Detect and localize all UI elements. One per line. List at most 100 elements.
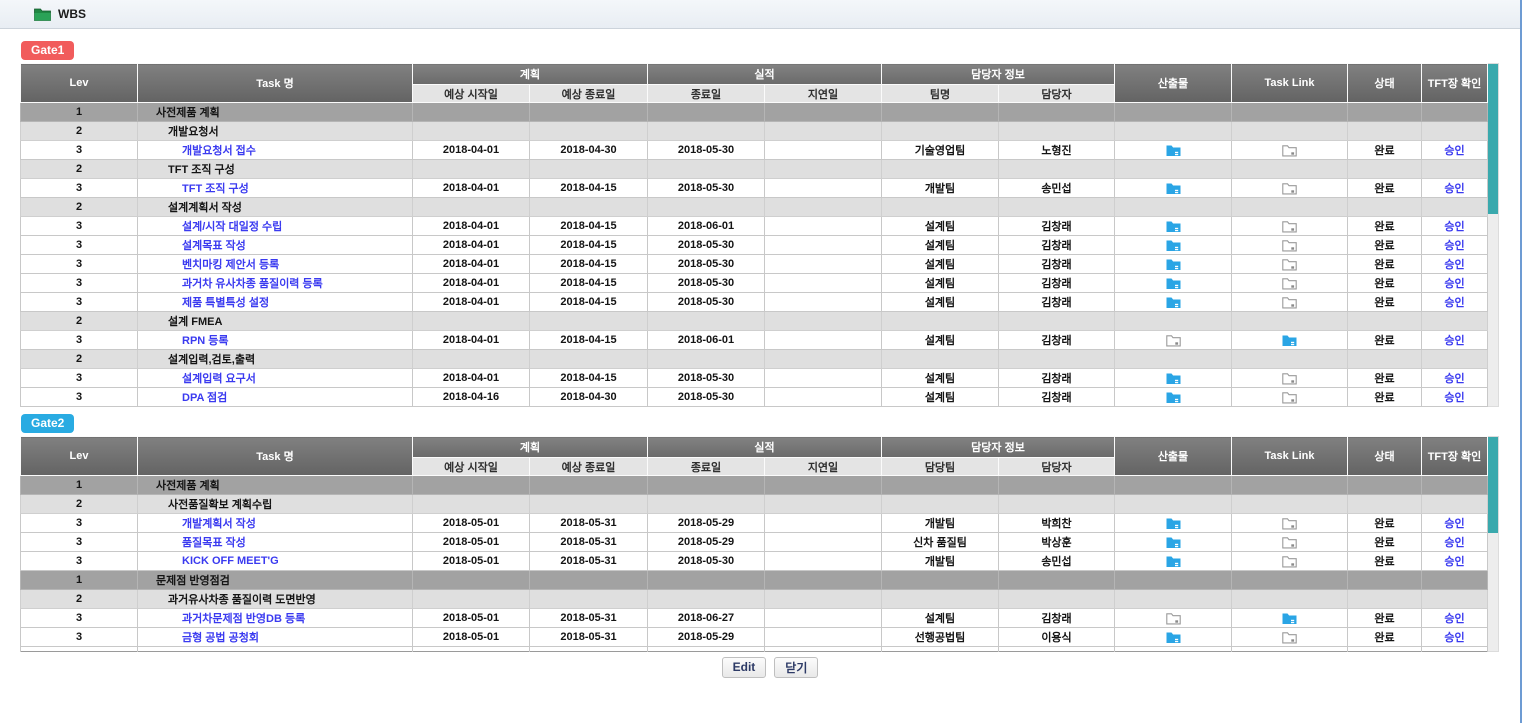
approve-link[interactable]: 승인 [1444, 335, 1464, 347]
folder-blue-icon[interactable] [1166, 296, 1181, 309]
actual-end-cell: 2018-05-29 [648, 628, 765, 647]
folder-blue-icon[interactable] [1166, 182, 1181, 195]
task-link-cell [1232, 514, 1348, 533]
folder-gray-icon[interactable] [1282, 372, 1297, 385]
approve-link[interactable]: 승인 [1444, 221, 1464, 233]
task-link-cell [1232, 122, 1348, 141]
task-name-link[interactable]: 과거차문제점 반영DB 등록 [182, 613, 305, 625]
approve-link[interactable]: 승인 [1444, 632, 1464, 644]
approve-link[interactable]: 승인 [1444, 297, 1464, 309]
approve-link[interactable]: 승인 [1444, 518, 1464, 530]
folder-gray-icon[interactable] [1282, 220, 1297, 233]
folder-gray-icon[interactable] [1282, 555, 1297, 568]
tft-cell: 승인 [1422, 179, 1488, 198]
delay-cell [765, 217, 882, 236]
task-name-link[interactable]: 설계입력 요구서 [182, 373, 256, 385]
task-name-link[interactable]: DPA 점검 [182, 392, 227, 404]
task-name-link[interactable]: 설계/시작 대일정 수립 [182, 221, 282, 233]
task-name-link[interactable]: 설계목표 작성 [182, 240, 246, 252]
folder-blue-icon[interactable] [1166, 239, 1181, 252]
col-group-plan: 계획 [413, 64, 648, 85]
folder-gray-icon[interactable] [1282, 536, 1297, 549]
approve-link[interactable]: 승인 [1444, 240, 1464, 252]
task-name-link[interactable]: RPN 등록 [182, 335, 229, 347]
table-row: 3RPN 등록2018-04-012018-04-152018-06-01설계팀… [21, 331, 1488, 350]
plan-start-cell [413, 122, 530, 141]
approve-link[interactable]: 승인 [1444, 183, 1464, 195]
gate1-scrollbar-thumb[interactable] [1488, 64, 1498, 214]
folder-gray-icon[interactable] [1166, 334, 1181, 347]
close-button[interactable]: 닫기 [774, 657, 818, 678]
folder-blue-icon[interactable] [1166, 391, 1181, 404]
task-name-link[interactable]: 품질목표 작성 [182, 537, 246, 549]
folder-blue-icon[interactable] [1166, 144, 1181, 157]
task-name-link[interactable]: 개발요청서 접수 [182, 145, 256, 157]
task-group-label: 개발요청서 [168, 126, 219, 138]
approve-link[interactable]: 승인 [1444, 373, 1464, 385]
task-name-link[interactable]: 과거차 유사차종 품질이력 등록 [182, 278, 323, 290]
approve-link[interactable]: 승인 [1444, 145, 1464, 157]
tft-cell: 승인 [1422, 369, 1488, 388]
gate2-table-wrap: Lev Task 명 계획 실적 담당자 정보 산출물 Task Link 상태… [20, 436, 1499, 652]
status-cell [1348, 571, 1422, 590]
folder-blue-icon[interactable] [1282, 612, 1297, 625]
task-name-link[interactable]: 벤치마킹 제안서 등록 [182, 259, 279, 271]
folder-gray-icon[interactable] [1282, 631, 1297, 644]
folder-gray-icon[interactable] [1166, 612, 1181, 625]
folder-blue-icon[interactable] [1166, 517, 1181, 530]
approve-link[interactable]: 승인 [1444, 392, 1464, 404]
folder-blue-icon[interactable] [1166, 277, 1181, 290]
approve-link[interactable]: 승인 [1444, 537, 1464, 549]
task-name-link[interactable]: TFT 조직 구성 [182, 183, 249, 195]
approve-link[interactable]: 승인 [1444, 613, 1464, 625]
clipped-cell [138, 647, 413, 652]
approve-link[interactable]: 승인 [1444, 278, 1464, 290]
tft-cell [1422, 350, 1488, 369]
folder-gray-icon[interactable] [1282, 144, 1297, 157]
folder-blue-icon[interactable] [1166, 631, 1181, 644]
plan-end-cell [530, 476, 648, 495]
folder-blue-icon[interactable] [1166, 555, 1181, 568]
approve-link[interactable]: 승인 [1444, 556, 1464, 568]
lev-cell: 2 [21, 122, 138, 141]
gate2-scrollbar[interactable] [1488, 436, 1499, 652]
task-name-link[interactable]: KICK OFF MEET'G [182, 555, 279, 567]
edit-button[interactable]: Edit [722, 657, 767, 678]
plan-start-cell: 2018-05-01 [413, 628, 530, 647]
folder-blue-icon[interactable] [1282, 334, 1297, 347]
team-cell [882, 590, 999, 609]
folder-gray-icon[interactable] [1282, 277, 1297, 290]
folder-gray-icon[interactable] [1282, 182, 1297, 195]
team-cell: 설계팀 [882, 274, 999, 293]
folder-gray-icon[interactable] [1282, 517, 1297, 530]
owner-cell: 김창래 [999, 609, 1115, 628]
footer-button-bar: Edit 닫기 [20, 657, 1520, 678]
team-cell [882, 122, 999, 141]
folder-gray-icon[interactable] [1282, 391, 1297, 404]
col-header-tft-confirm: TFT장 확인 [1422, 437, 1488, 476]
actual-end-cell: 2018-06-27 [648, 609, 765, 628]
task-group-label: 설계계획서 작성 [168, 202, 242, 214]
deliverable-cell [1115, 160, 1232, 179]
task-link-cell [1232, 628, 1348, 647]
status-cell [1348, 122, 1422, 141]
folder-gray-icon[interactable] [1282, 296, 1297, 309]
gate1-scrollbar[interactable] [1488, 63, 1499, 407]
table-row: 2과거유사차종 품질이력 도면반영 [21, 590, 1488, 609]
plan-end-cell [530, 198, 648, 217]
task-cell: TFT 조직 구성 [138, 179, 413, 198]
folder-blue-icon[interactable] [1166, 372, 1181, 385]
folder-blue-icon[interactable] [1166, 258, 1181, 271]
task-name-link[interactable]: 제품 특별특성 설정 [182, 297, 269, 309]
approve-link[interactable]: 승인 [1444, 259, 1464, 271]
folder-gray-icon[interactable] [1282, 258, 1297, 271]
folder-gray-icon[interactable] [1282, 239, 1297, 252]
gate2-scrollbar-thumb[interactable] [1488, 437, 1498, 533]
task-name-link[interactable]: 개발계획서 작성 [182, 518, 256, 530]
task-name-link[interactable]: 금형 공법 공청회 [182, 632, 259, 644]
table-row: 2설계 FMEA [21, 312, 1488, 331]
task-group-label: 설계 FMEA [168, 316, 222, 328]
deliverable-cell [1115, 331, 1232, 350]
folder-blue-icon[interactable] [1166, 220, 1181, 233]
folder-blue-icon[interactable] [1166, 536, 1181, 549]
